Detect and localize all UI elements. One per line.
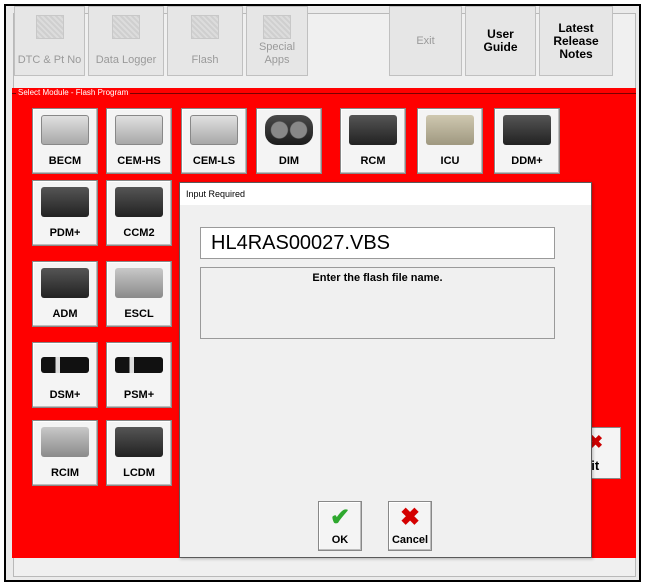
dialog-title: Input Required [180,183,591,205]
user-guide-button[interactable]: User Guide [465,6,536,76]
module-label: ADM [52,308,78,320]
module-label: RCM [360,155,386,167]
ccm2-icon [115,187,163,217]
prompt-text: Enter the flash file name. [312,272,443,284]
module-cem-ls[interactable]: CEM-LS [181,108,247,174]
module-label: ICU [440,155,460,167]
module-ccm2[interactable]: CCM2 [106,180,172,246]
panel-legend: Select Module - Flash Program [16,88,131,98]
instrument-cluster-icon [265,115,313,145]
cem-hs-icon [115,115,163,145]
module-label: CEM-LS [192,155,236,167]
ok-button[interactable]: ✔ OK [318,501,362,551]
module-label: RCIM [50,467,80,479]
becm-icon [41,115,89,145]
data-logger-label: Data Logger [95,54,157,66]
icu-icon [426,115,474,145]
module-label: CEM-HS [117,155,161,167]
special-apps-button[interactable]: Special Apps [246,6,308,76]
escl-icon [115,268,163,298]
flash-file-name-input[interactable] [200,227,555,259]
data-logger-icon [112,15,140,39]
ok-label: OK [331,534,349,546]
module-label: DSM+ [49,389,81,401]
module-pdm[interactable]: PDM+ [32,180,98,246]
adm-icon [41,268,89,298]
module-adm[interactable]: ADM [32,261,98,327]
prompt-box: Enter the flash file name. [200,267,555,339]
checkmark-icon: ✔ [329,504,351,531]
pdm-icon [41,187,89,217]
module-label: PSM+ [123,389,155,401]
exit-label: Exit [416,34,435,47]
data-logger-button[interactable]: Data Logger [88,6,164,76]
cem-ls-icon [190,115,238,145]
module-lcdm[interactable]: LCDM [106,420,172,486]
module-label: ESCL [124,308,154,320]
module-psm[interactable]: PSM+ [106,342,172,408]
latest-release-notes-button[interactable]: Latest Release Notes [539,6,613,76]
rcim-icon [41,427,89,457]
cancel-label: Cancel [391,534,429,546]
module-rcm[interactable]: RCM [340,108,406,174]
psm-icon [115,357,163,373]
module-rcim[interactable]: RCIM [32,420,98,486]
module-dsm[interactable]: DSM+ [32,342,98,408]
module-dim[interactable]: DIM [256,108,322,174]
module-cem-hs[interactable]: CEM-HS [106,108,172,174]
module-escl[interactable]: ESCL [106,261,172,327]
module-becm[interactable]: BECM [32,108,98,174]
lcdm-icon [115,427,163,457]
module-label: PDM+ [49,227,81,239]
release-notes-label: Latest Release Notes [553,20,599,61]
user-guide-label: User Guide [483,27,518,54]
dtc-icon [35,15,64,39]
module-ddm[interactable]: DDM+ [494,108,560,174]
module-icu[interactable]: ICU [417,108,483,174]
rcm-icon [349,115,397,145]
module-label: LCDM [123,467,155,479]
flash-icon [191,15,219,39]
module-label: CCM2 [123,227,155,239]
dtc-pt-no-label: DTC & Pt No [17,54,82,66]
module-label: BECM [48,155,82,167]
ddm-icon [503,115,551,145]
module-label: DDM+ [511,155,543,167]
dtc-pt-no-button[interactable]: DTC & Pt No [14,6,85,76]
cancel-button[interactable]: ✖ Cancel [388,501,432,551]
special-apps-icon [263,15,291,39]
flash-label: Flash [191,54,219,66]
cancel-x-icon: ✖ [399,504,421,531]
module-label: DIM [278,155,300,167]
dsm-icon [41,357,89,373]
input-required-dialog: Input Required Enter the flash file name… [179,182,592,558]
flash-button[interactable]: Flash [167,6,243,76]
special-apps-label: Special Apps [258,41,296,66]
exit-button[interactable]: Exit [389,6,462,76]
